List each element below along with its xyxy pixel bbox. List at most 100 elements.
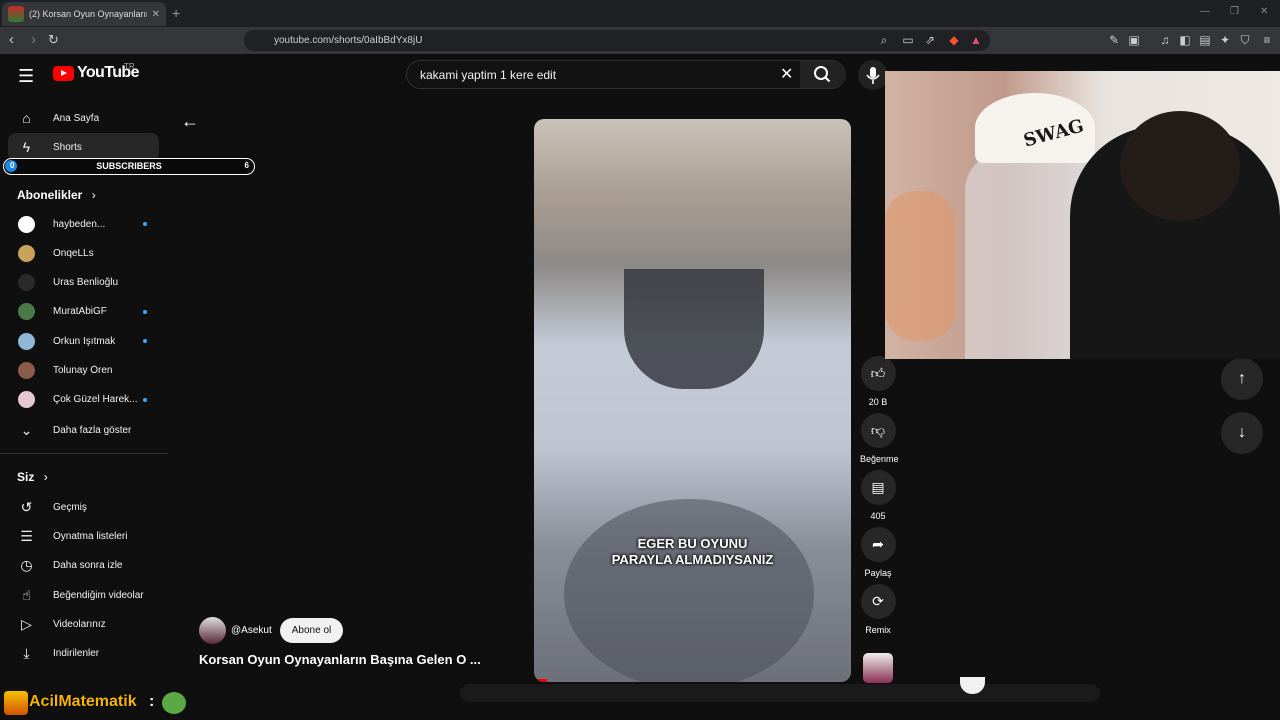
search-icon — [814, 66, 831, 83]
previous-short-button[interactable]: ↑ — [1221, 358, 1263, 400]
channel-avatar-icon — [18, 303, 35, 321]
subscriptions-heading-label: Abonelikler — [17, 188, 83, 202]
back-arrow-icon[interactable]: ← — [181, 111, 199, 132]
tab-favicon-icon — [8, 6, 24, 22]
sidebar-channel-item[interactable]: Çok Güzel Harek... — [8, 386, 159, 414]
youtube-play-icon — [53, 65, 74, 81]
you-heading[interactable]: Siz › — [17, 470, 48, 484]
subscriber-goal-bar: 0 SUBSCRIBERS 6 — [3, 158, 255, 175]
sidebar-channel-label: Tolunay Ören — [53, 365, 113, 376]
channel-avatar[interactable] — [199, 617, 226, 644]
sidebar-item-label: Oynatma listeleri — [53, 530, 128, 542]
tab-title: (2) Korsan Oyun Oynayanların Başına... — [29, 9, 147, 19]
like-action[interactable]: 👍︎ 20 B — [860, 356, 896, 407]
subscriptions-heading[interactable]: Abonelikler › — [17, 188, 96, 202]
share-page-icon[interactable]: ⇗ — [923, 33, 937, 47]
sidebar-channel-label: Orkun Işıtmak — [53, 335, 116, 347]
channel-handle[interactable]: @Asekut — [231, 625, 272, 636]
rewards-icon[interactable]: ▲ — [969, 33, 983, 47]
sidebar-channel-item[interactable]: Uras Benlioğlu — [8, 269, 159, 297]
video-progress-bar[interactable] — [534, 679, 547, 682]
download-icon: ⤓ — [23, 644, 30, 661]
sidebar-channel-item[interactable]: MuratAbiGF — [8, 298, 159, 326]
sidebar-channel-label: OnqeLLs — [53, 247, 94, 259]
dislike-action[interactable]: 👎︎ Beğenme — [860, 413, 899, 464]
sidebar-item-home[interactable]: ⌂ Ana Sayfa — [8, 104, 159, 132]
subscriber-goal-max: 6 — [244, 161, 249, 170]
music-icon[interactable]: ♫ — [1158, 33, 1172, 47]
video-frame-print — [564, 499, 814, 682]
like-count: 20 B — [868, 397, 888, 407]
hamburger-menu-icon[interactable]: ☰ — [18, 66, 34, 87]
sidebar-item-history[interactable]: ↺ Geçmiş — [8, 493, 159, 521]
sidebar-item-label: Videolarınız — [53, 618, 106, 630]
next-short-button[interactable]: ↓ — [1221, 412, 1263, 454]
webcam-person-head — [1120, 111, 1240, 221]
sidebar-channel-item[interactable]: haybeden... — [8, 210, 159, 238]
sidebar-channel-label: haybeden... — [53, 218, 106, 230]
streamer-logo-icon — [4, 691, 28, 715]
zoom-icon[interactable]: ⌕ — [877, 33, 891, 47]
sidebar-item-watch-later[interactable]: ◷ Daha sonra izle — [8, 551, 159, 579]
sidebar-channel-label: MuratAbiGF — [53, 306, 107, 318]
sound-channel-thumbnail[interactable] — [863, 653, 893, 683]
comments-action[interactable]: ▤ 405 — [860, 470, 896, 521]
extensions-icon[interactable]: ✎ — [1107, 33, 1121, 47]
sidebar-item-playlists[interactable]: ☰ Oynatma listeleri — [8, 522, 159, 550]
share-action[interactable]: ➦ Paylaş — [860, 527, 896, 578]
voice-search-button[interactable] — [858, 60, 888, 90]
sidebar-channel-item[interactable]: OnqeLLs — [8, 239, 159, 267]
sidebar-item-liked-videos[interactable]: ☝ Beğendiğim videolar — [8, 581, 159, 609]
remix-action[interactable]: ⟳ Remix — [860, 584, 896, 635]
sidebar-toggle-icon[interactable]: ◧ — [1178, 33, 1192, 47]
browser-tab[interactable]: (2) Korsan Oyun Oynayanların Başına... ✕ — [2, 2, 166, 26]
thumbs-up-icon[interactable]: 👍︎ — [860, 356, 896, 391]
new-content-dot-icon — [143, 339, 147, 344]
reader-icon[interactable]: ▣ — [1127, 33, 1141, 47]
vpn-icon[interactable]: ⛉ — [1238, 33, 1252, 47]
ai-icon[interactable]: ✦ — [1218, 33, 1232, 47]
sidebar-item-shorts[interactable]: ϟ Shorts — [8, 133, 159, 161]
sidebar-item-your-videos[interactable]: ▷ Videolarınız — [8, 610, 159, 638]
chevron-right-icon: › — [43, 470, 48, 484]
subscriber-goal-label: SUBSCRIBERS — [96, 161, 162, 171]
window-minimize-button[interactable]: — — [1200, 6, 1210, 17]
screen-icon[interactable]: ▭ — [901, 33, 915, 47]
share-icon[interactable]: ➦ — [860, 527, 896, 562]
window-close-button[interactable]: ✕ — [1260, 6, 1268, 17]
show-more-button[interactable]: ⌄ Daha fazla göster — [8, 416, 159, 444]
browser-menu-icon[interactable]: ≡ — [1260, 33, 1274, 47]
channel-avatar-icon — [18, 362, 35, 379]
sidebar-channel-item[interactable]: Orkun Işıtmak — [8, 327, 159, 355]
new-content-dot-icon — [143, 397, 147, 402]
tab-close-icon[interactable]: ✕ — [152, 9, 160, 20]
sidebar-item-label: Shorts — [53, 141, 82, 153]
search-box[interactable]: kakami yaptim 1 kere edit ✕ — [406, 60, 846, 89]
brave-shield-icon[interactable]: ◆ — [947, 33, 961, 47]
clear-search-icon[interactable]: ✕ — [780, 64, 793, 84]
remix-icon[interactable]: ⟳ — [860, 584, 896, 619]
subscribe-button[interactable]: Abone ol — [280, 618, 343, 643]
streamer-name-separator: : — [149, 693, 155, 710]
sidebar-divider — [0, 453, 168, 454]
search-button[interactable] — [800, 61, 846, 88]
wallet-icon[interactable]: ▤ — [1198, 33, 1212, 47]
window-restore-button[interactable]: ❐ — [1230, 6, 1239, 17]
sidebar-channel-label: Çok Güzel Harek... — [53, 394, 138, 406]
sidebar-item-downloads[interactable]: ⤓ İndirilenler — [8, 639, 159, 667]
short-video-player[interactable]: EGER BU OYUNU PARAYLA ALMADIYSANIZ — [534, 119, 851, 682]
sidebar-channel-label: Uras Benlioğlu — [53, 277, 119, 289]
forward-nav-icon[interactable]: › — [31, 31, 36, 49]
history-icon: ↺ — [20, 498, 33, 515]
search-input[interactable]: kakami yaptim 1 kere edit — [420, 68, 556, 82]
back-nav-icon[interactable]: ‹ — [9, 31, 14, 49]
short-title[interactable]: Korsan Oyun Oynayanların Başına Gelen O … — [199, 652, 481, 667]
sidebar-item-label: Geçmiş — [53, 501, 87, 513]
region-code: TR — [124, 62, 135, 71]
comment-icon[interactable]: ▤ — [860, 470, 896, 505]
reload-icon[interactable]: ↻ — [48, 31, 59, 49]
chevron-right-icon: › — [91, 188, 96, 202]
thumbs-down-icon[interactable]: 👎︎ — [860, 413, 896, 448]
sidebar-channel-item[interactable]: Tolunay Ören — [8, 357, 159, 385]
new-tab-button[interactable]: + — [172, 5, 180, 21]
